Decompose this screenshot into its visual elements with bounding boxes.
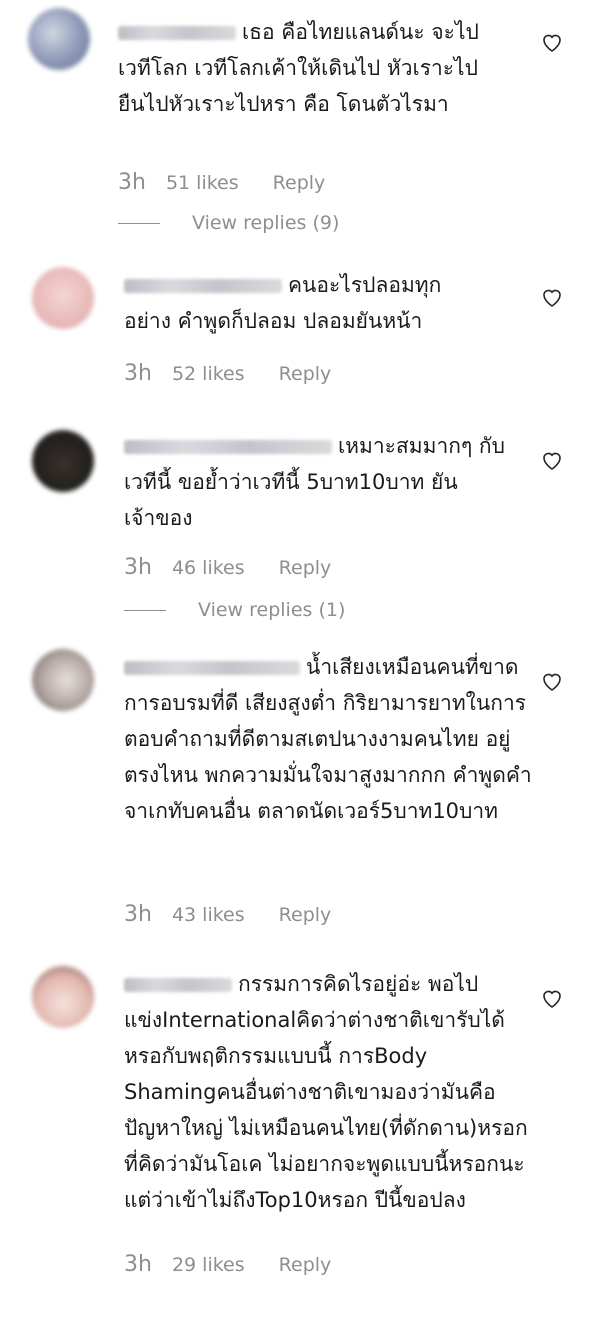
username-blurred[interactable]: [124, 279, 282, 293]
avatar[interactable]: [28, 8, 90, 70]
comment-text: น้ำเสียงเหมือนคนที่ขาดการอบรมที่ดี เสียง…: [124, 655, 532, 823]
view-replies-label[interactable]: View replies (9): [192, 212, 339, 234]
heart-icon[interactable]: [540, 448, 564, 472]
username-blurred[interactable]: [124, 440, 332, 454]
avatar[interactable]: [32, 267, 94, 329]
likes-count[interactable]: 29 likes: [172, 1254, 245, 1276]
comment-1: เธอ คือไทยแลนด์นะ จะไปเวทีโลก เวทีโลกเค้…: [0, 0, 600, 250]
heart-icon[interactable]: [540, 986, 564, 1010]
comment-4: น้ำเสียงเหมือนคนที่ขาดการอบรมที่ดี เสียง…: [0, 645, 600, 945]
avatar[interactable]: [32, 649, 94, 711]
heart-icon[interactable]: [540, 669, 564, 693]
heart-icon[interactable]: [540, 285, 564, 309]
comment-time: 3h: [124, 902, 152, 927]
comment-text: กรรมการคิดไรอยู่อ่ะ พอไปแข่งInternationa…: [124, 972, 528, 1212]
likes-count[interactable]: 43 likes: [172, 904, 245, 926]
reply-button[interactable]: Reply: [279, 363, 332, 385]
likes-count[interactable]: 46 likes: [172, 557, 245, 579]
comment-5: กรรมการคิดไรอยู่อ่ะ พอไปแข่งInternationa…: [0, 960, 600, 1317]
username-blurred[interactable]: [124, 661, 300, 675]
username-blurred[interactable]: [118, 26, 236, 40]
reply-button[interactable]: Reply: [279, 1254, 332, 1276]
avatar[interactable]: [32, 430, 94, 492]
comment-3: เหมาะสมมากๆ กับเวทีนี้ ขอย้ำว่าเวทีนี้ 5…: [0, 410, 600, 640]
divider-line: [124, 610, 166, 611]
reply-button[interactable]: Reply: [273, 172, 326, 194]
heart-icon[interactable]: [540, 30, 564, 54]
reply-button[interactable]: Reply: [279, 557, 332, 579]
comment-time: 3h: [124, 555, 152, 580]
divider-line: [118, 223, 160, 224]
view-replies-button[interactable]: View replies (1): [124, 599, 345, 621]
reply-button[interactable]: Reply: [279, 904, 332, 926]
view-replies-label[interactable]: View replies (1): [198, 599, 345, 621]
avatar[interactable]: [32, 966, 94, 1028]
username-blurred[interactable]: [124, 978, 232, 992]
likes-count[interactable]: 52 likes: [172, 363, 245, 385]
comment-time: 3h: [124, 361, 152, 386]
likes-count[interactable]: 51 likes: [166, 172, 239, 194]
comment-2: คนอะไรปลอมทุกอย่าง คำพูดก็ปลอม ปลอมยันหน…: [0, 255, 600, 395]
comment-time: 3h: [118, 170, 146, 195]
comment-time: 3h: [124, 1252, 152, 1277]
view-replies-button[interactable]: View replies (9): [118, 212, 339, 234]
